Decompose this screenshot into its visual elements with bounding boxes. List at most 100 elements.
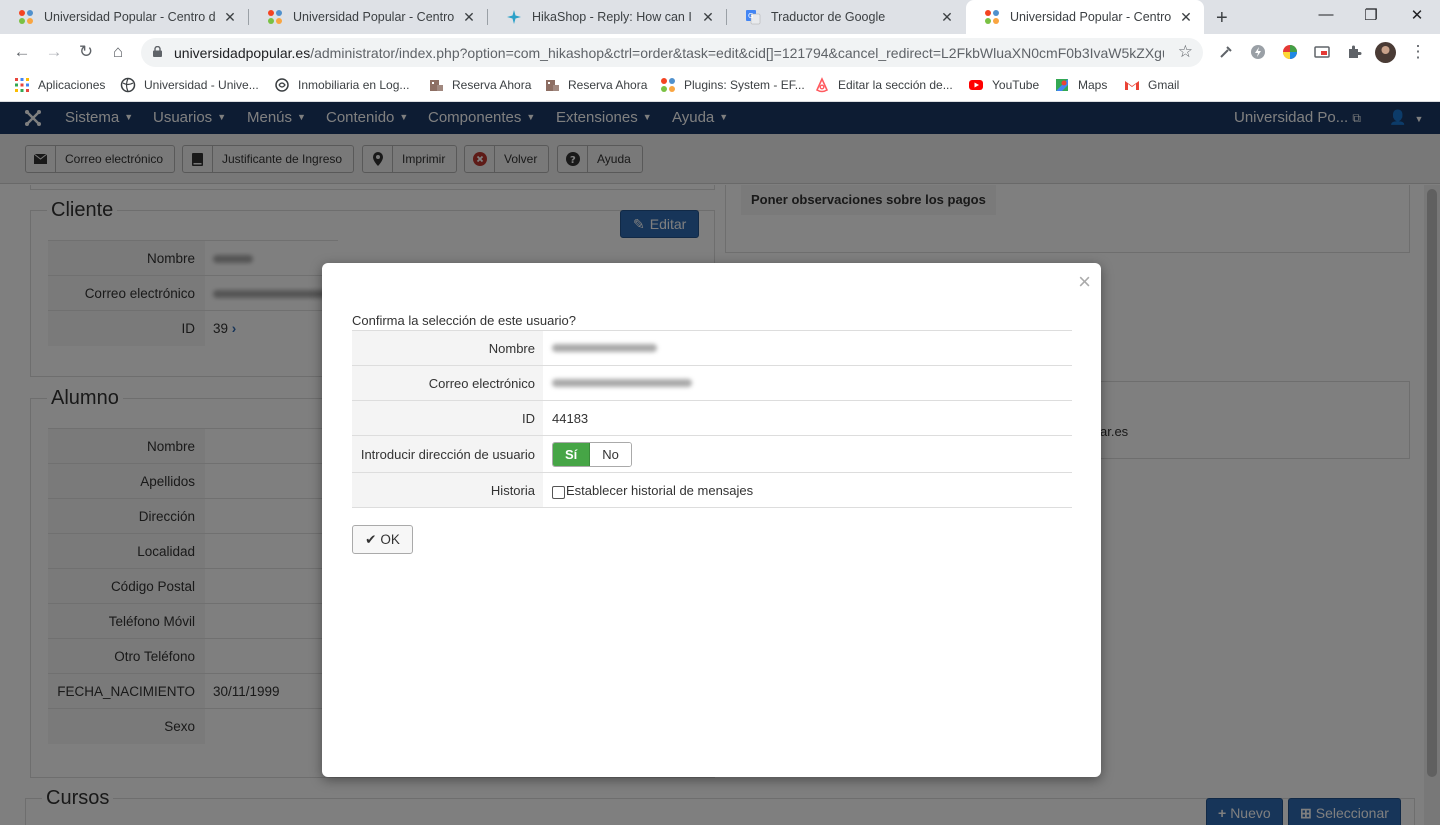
checkmark-icon: ✔ bbox=[365, 531, 377, 547]
home-icon[interactable]: ⌂ bbox=[108, 42, 128, 62]
bookmark-label: Aplicaciones bbox=[38, 78, 106, 92]
tab-title: Traductor de Google bbox=[771, 10, 886, 24]
toggle-no[interactable]: No bbox=[590, 442, 631, 466]
tab-title: Universidad Popular - Centro de bbox=[1010, 10, 1172, 24]
row-label: Historia bbox=[352, 473, 543, 507]
browser-tab-strip: Universidad Popular - Centro de ✕ Univer… bbox=[0, 0, 1440, 34]
row-label: Correo electrónico bbox=[352, 366, 543, 400]
bookmarks-bar: Aplicaciones Universidad - Unive... Inmo… bbox=[0, 71, 1440, 102]
tab-title: Universidad Popular - Centro de bbox=[44, 10, 216, 24]
close-icon[interactable]: ✕ bbox=[700, 9, 716, 26]
button-label: OK bbox=[380, 532, 400, 547]
eyedropper-extension-icon[interactable] bbox=[1218, 44, 1234, 60]
toggle-yes[interactable]: Sí bbox=[553, 442, 591, 466]
table-row: ID 44183 bbox=[352, 401, 1072, 436]
url-host: universidadpopular.es bbox=[174, 45, 311, 61]
table-row: Nombre bbox=[352, 331, 1072, 366]
bookmark-label: YouTube bbox=[992, 78, 1040, 92]
maps-icon bbox=[1056, 79, 1068, 91]
table-row: Correo electrónico bbox=[352, 366, 1072, 401]
tab-title: Universidad Popular - Centro de bbox=[293, 10, 455, 24]
bookmark-label: Reserva Ahora bbox=[452, 78, 532, 92]
hotel-icon bbox=[430, 80, 443, 91]
minimize-icon[interactable]: — bbox=[1316, 6, 1336, 23]
redacted-email bbox=[552, 366, 692, 400]
history-checkbox-label: Establecer historial de mensajes bbox=[566, 482, 754, 498]
address-toggle: Sí No bbox=[552, 441, 632, 467]
color-wheel-extension-icon[interactable] bbox=[1282, 44, 1298, 60]
user-id: 44183 bbox=[552, 410, 589, 426]
reload-icon[interactable]: ↻ bbox=[76, 42, 96, 62]
bookmark-item[interactable]: Reserva Ahora bbox=[544, 77, 647, 93]
close-icon[interactable]: ✕ bbox=[1178, 9, 1194, 26]
user-details-table: Nombre Correo electrónico ID 44183 Intro… bbox=[352, 330, 1072, 508]
cast-extension-icon[interactable] bbox=[1314, 44, 1330, 60]
back-arrow-icon[interactable]: ← bbox=[12, 42, 32, 62]
bookmark-label: Reserva Ahora bbox=[568, 78, 648, 92]
redacted-name bbox=[552, 331, 657, 365]
bookmark-star-icon[interactable]: ☆ bbox=[1178, 42, 1193, 62]
modal-question: Confirma la selección de este usuario? bbox=[352, 313, 577, 328]
close-icon[interactable]: × bbox=[1078, 269, 1091, 295]
history-cell: Establecer historial de mensajes bbox=[552, 473, 753, 507]
bookmark-label: Maps bbox=[1078, 78, 1108, 92]
ok-button[interactable]: ✔ OK bbox=[352, 525, 413, 554]
bookmark-label: Plugins: System - EF... bbox=[684, 78, 805, 92]
browser-tab[interactable]: G Traductor de Google ✕ bbox=[727, 0, 965, 34]
browser-tab-active[interactable]: Universidad Popular - Centro de ✕ bbox=[966, 0, 1204, 34]
bookmark-label: Editar la sección de... bbox=[838, 78, 953, 92]
forward-arrow-icon[interactable]: → bbox=[44, 42, 64, 62]
gmail-icon bbox=[1125, 81, 1139, 90]
bookmark-item[interactable]: Reserva Ahora bbox=[428, 77, 531, 93]
bookmark-item[interactable]: Aplicaciones bbox=[14, 77, 105, 93]
bookmark-label: Universidad - Unive... bbox=[144, 78, 259, 92]
bookmark-item[interactable]: Editar la sección de... bbox=[814, 77, 953, 93]
window-close-icon[interactable]: ✕ bbox=[1407, 6, 1427, 24]
profile-avatar[interactable] bbox=[1375, 42, 1396, 63]
tab-title: HikaShop - Reply: How can I inse bbox=[532, 10, 694, 24]
google-translate-favicon-icon: G bbox=[746, 10, 761, 25]
inmobiliaria-icon bbox=[275, 78, 289, 92]
browser-tab[interactable]: HikaShop - Reply: How can I inse ✕ bbox=[488, 0, 726, 34]
row-label: ID bbox=[352, 401, 543, 435]
table-row: Introducir dirección de usuario Sí No bbox=[352, 436, 1072, 473]
hikashop-favicon-icon bbox=[507, 10, 521, 24]
table-row: Historia Establecer historial de mensaje… bbox=[352, 473, 1072, 508]
close-icon[interactable]: ✕ bbox=[461, 9, 477, 26]
hotel-icon bbox=[546, 80, 559, 91]
bookmark-item[interactable]: Universidad - Unive... bbox=[120, 77, 259, 93]
bookmark-item[interactable]: Plugins: System - EF... bbox=[660, 77, 805, 93]
address-bar[interactable]: universidadpopular.es/administrator/inde… bbox=[141, 38, 1203, 67]
history-checkbox[interactable] bbox=[552, 485, 565, 499]
more-options-icon[interactable]: ⋮ bbox=[1408, 42, 1428, 62]
bolt-extension-icon[interactable] bbox=[1250, 44, 1266, 60]
url-text: universidadpopular.es/administrator/inde… bbox=[174, 45, 1164, 61]
confirm-user-modal: × Confirma la selección de este usuario?… bbox=[322, 263, 1101, 777]
apps-grid-icon bbox=[15, 78, 29, 92]
new-tab-button[interactable]: + bbox=[1216, 7, 1228, 30]
bookmark-item[interactable]: Inmobiliaria en Log... bbox=[274, 77, 409, 93]
joomla-favicon-icon bbox=[985, 10, 999, 24]
row-label: Introducir dirección de usuario bbox=[352, 436, 543, 472]
joomla-favicon-icon bbox=[19, 10, 33, 24]
airbnb-icon bbox=[815, 77, 829, 93]
svg-text:G: G bbox=[748, 12, 753, 20]
browser-toolbar: ← → ↻ ⌂ universidadpopular.es/administra… bbox=[0, 34, 1440, 71]
close-icon[interactable]: ✕ bbox=[222, 9, 238, 26]
youtube-icon bbox=[969, 80, 983, 90]
restore-icon[interactable]: ❐ bbox=[1361, 6, 1381, 24]
bookmark-item[interactable]: YouTube bbox=[968, 77, 1039, 93]
close-icon[interactable]: ✕ bbox=[939, 9, 955, 26]
address-toggle-cell: Sí No bbox=[552, 436, 632, 472]
bookmark-label: Inmobiliaria en Log... bbox=[298, 78, 410, 92]
bookmark-item[interactable]: Gmail bbox=[1124, 77, 1179, 93]
joomla-favicon-icon bbox=[268, 10, 282, 24]
browser-tab[interactable]: Universidad Popular - Centro de ✕ bbox=[249, 0, 487, 34]
globe-icon bbox=[120, 77, 136, 93]
row-label: Nombre bbox=[352, 331, 543, 365]
lock-icon bbox=[153, 46, 162, 57]
joomla-icon bbox=[661, 78, 675, 92]
bookmark-item[interactable]: Maps bbox=[1054, 77, 1107, 93]
browser-tab[interactable]: Universidad Popular - Centro de ✕ bbox=[0, 0, 248, 34]
puzzle-extensions-icon[interactable] bbox=[1346, 44, 1362, 60]
